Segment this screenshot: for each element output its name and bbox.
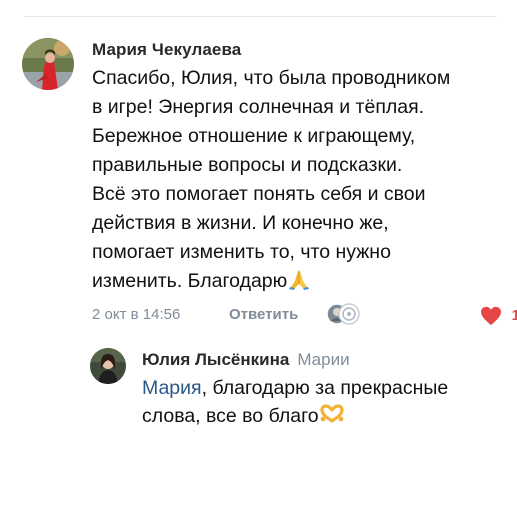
comment-body: Спасибо, Юлия, что была проводником в иг…: [92, 67, 451, 292]
reply-text: Мария, благодарю за прекрасные слова, вс…: [142, 374, 492, 430]
heart-hands-emoji: [320, 404, 344, 423]
comment-author[interactable]: Мария Чекулаева: [92, 40, 241, 60]
comment-meta: 2 окт в 14:56 Ответить 1: [92, 303, 517, 326]
reply-author[interactable]: Юлия Лысёнкина: [142, 350, 289, 369]
mention-link[interactable]: Мария: [142, 377, 202, 399]
folded-hands-emoji: [289, 270, 310, 290]
heart-icon: [481, 306, 501, 326]
reply-header: Юлия Лысёнкина Марии: [142, 350, 350, 370]
comment-date[interactable]: 2 окт в 14:56: [92, 306, 180, 323]
likers-avatars[interactable]: [326, 303, 360, 325]
top-divider: [24, 16, 497, 17]
reply-button[interactable]: Ответить: [229, 306, 298, 323]
avatar-photo: [22, 38, 74, 90]
reply-avatar-photo: [90, 348, 126, 384]
reply-avatar[interactable]: [90, 348, 126, 384]
comment-text: Спасибо, Юлия, что была проводником в иг…: [92, 64, 502, 296]
avatar[interactable]: [22, 38, 74, 90]
like-count: 1: [511, 307, 517, 324]
reply-to[interactable]: Марии: [297, 350, 349, 369]
